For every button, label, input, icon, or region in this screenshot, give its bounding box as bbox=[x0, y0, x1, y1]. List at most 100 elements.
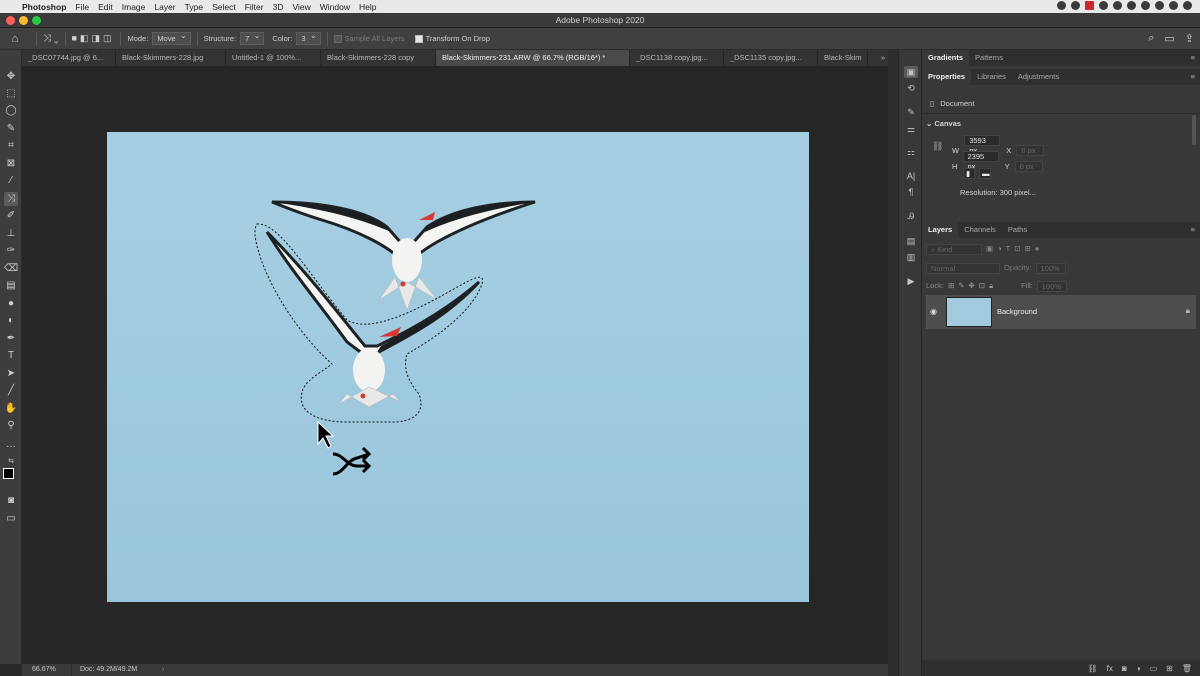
status-icon[interactable] bbox=[1057, 1, 1066, 10]
status-icon[interactable] bbox=[1127, 1, 1136, 10]
hand-tool-icon[interactable]: ✋ bbox=[4, 402, 18, 416]
lasso-tool-icon[interactable]: ◯ bbox=[4, 104, 18, 118]
menu-list-icon[interactable] bbox=[1183, 1, 1192, 10]
notes-panel-icon[interactable]: ▥ bbox=[904, 251, 918, 263]
status-menu-chevron-icon[interactable]: › bbox=[162, 664, 164, 676]
blend-mode-select[interactable]: Normal bbox=[926, 263, 1000, 274]
properties-scrollbar[interactable] bbox=[1192, 115, 1196, 145]
content-aware-move-tool-preset-icon[interactable]: ⤨ ⌄ bbox=[43, 33, 59, 44]
menu-select[interactable]: Select bbox=[212, 2, 236, 12]
landscape-orientation-icon[interactable]: ▬ bbox=[979, 168, 991, 179]
add-mask-icon[interactable]: ◙ bbox=[1122, 664, 1127, 673]
menu-layer[interactable]: Layer bbox=[154, 2, 175, 12]
opacity-field[interactable]: 100% bbox=[1035, 263, 1066, 274]
menu-image[interactable]: Image bbox=[122, 2, 146, 12]
gradient-tool-icon[interactable]: ▤ bbox=[4, 279, 18, 293]
tab-libraries[interactable]: Libraries bbox=[971, 69, 1012, 85]
status-icon[interactable] bbox=[1071, 1, 1080, 10]
styles-panel-icon[interactable]: ⚏ bbox=[904, 146, 918, 158]
image-canvas[interactable] bbox=[107, 132, 809, 602]
doc-tab[interactable]: _DSC07744.jpg @ 6... bbox=[22, 50, 116, 66]
libraries-panel-icon[interactable]: ▤ bbox=[904, 235, 918, 247]
zoom-level[interactable]: 66.67% bbox=[22, 664, 72, 676]
dodge-tool-icon[interactable]: ◐ bbox=[4, 314, 18, 328]
kind-filter[interactable]: ⌕ Kind bbox=[926, 244, 982, 255]
marquee-tool-icon[interactable]: ⬚ bbox=[4, 87, 18, 101]
blur-tool-icon[interactable]: ● bbox=[4, 297, 18, 311]
actions-play-icon[interactable]: ▶ bbox=[904, 275, 918, 287]
menu-file[interactable]: File bbox=[75, 2, 89, 12]
tab-gradients[interactable]: Gradients bbox=[922, 50, 970, 66]
filter-icons[interactable]: ▣◑T⊡⊞● bbox=[986, 244, 1043, 255]
panel-menu-icon[interactable]: ≡ bbox=[1191, 222, 1200, 238]
vertical-scroll-strip[interactable] bbox=[888, 50, 898, 676]
portrait-orientation-icon[interactable]: ▮ bbox=[963, 168, 975, 179]
quick-mask-icon[interactable]: ◙ bbox=[4, 494, 18, 508]
transform-on-drop-checkbox[interactable] bbox=[414, 34, 423, 43]
eraser-tool-icon[interactable]: ⌫ bbox=[4, 262, 18, 276]
workspace-icon[interactable]: ▭ bbox=[1164, 32, 1174, 45]
menu-edit[interactable]: Edit bbox=[98, 2, 113, 12]
adjustment-layer-icon[interactable]: ◑ bbox=[1136, 664, 1141, 673]
delete-layer-icon[interactable]: 🗑︎ bbox=[1182, 664, 1192, 673]
new-layer-icon[interactable]: ⊞ bbox=[1166, 664, 1173, 673]
clone-stamp-tool-icon[interactable]: ⊥ bbox=[4, 227, 18, 241]
doc-tab[interactable]: Black-Skimmers-228 copy bbox=[321, 50, 436, 66]
menu-type[interactable]: Type bbox=[185, 2, 203, 12]
sample-all-layers-checkbox[interactable] bbox=[333, 34, 342, 43]
tab-patterns[interactable]: Patterns bbox=[969, 50, 1009, 66]
y-field[interactable]: 0 px bbox=[1014, 161, 1043, 172]
width-field[interactable]: 3593 px bbox=[964, 135, 1001, 155]
history-panel-icon[interactable]: ⟲ bbox=[904, 82, 918, 94]
properties-panel-icon[interactable]: ▣ bbox=[904, 66, 918, 78]
panel-menu-icon[interactable]: ≡ bbox=[1191, 50, 1200, 66]
layer-row-background[interactable]: ◉ Background 🔒︎ bbox=[926, 295, 1196, 329]
doc-tab[interactable]: _DSC1138 copy.jpg... bbox=[630, 50, 724, 66]
doc-tab[interactable]: _DSC1135 copy.jpg... bbox=[724, 50, 818, 66]
fill-field[interactable]: 100% bbox=[1036, 281, 1067, 292]
status-record-icon[interactable] bbox=[1085, 1, 1094, 10]
line-tool-icon[interactable]: ╱ bbox=[4, 384, 18, 398]
structure-select[interactable]: 7 bbox=[240, 31, 265, 45]
layer-style-icon[interactable]: fx bbox=[1107, 664, 1113, 673]
lock-icon[interactable]: 🔒︎ bbox=[1186, 306, 1190, 316]
mode-select[interactable]: Move bbox=[152, 31, 191, 45]
more-tools-icon[interactable]: … bbox=[4, 438, 18, 452]
height-field[interactable]: 2395 px bbox=[962, 151, 999, 171]
status-icon[interactable] bbox=[1099, 1, 1108, 10]
crop-tool-icon[interactable]: ⌗ bbox=[4, 139, 18, 153]
adjustments-icon[interactable]: ⚌ bbox=[904, 123, 918, 135]
paragraph-panel-icon[interactable]: ¶ bbox=[904, 186, 918, 198]
menu-3d[interactable]: 3D bbox=[273, 2, 284, 12]
home-icon[interactable]: ⌂ bbox=[0, 33, 30, 45]
zoom-window-icon[interactable] bbox=[32, 16, 41, 25]
canvas-section[interactable]: ⌄ Canvas bbox=[926, 119, 961, 128]
doc-tab[interactable]: Black-Skimmers-228.jpg bbox=[116, 50, 226, 66]
screen-mode-icon[interactable]: ▭ bbox=[4, 512, 18, 526]
menu-window[interactable]: Window bbox=[320, 2, 350, 12]
menu-filter[interactable]: Filter bbox=[245, 2, 264, 12]
new-group-icon[interactable]: ▭ bbox=[1150, 664, 1158, 673]
eyedropper-tool-icon[interactable]: ⁄ bbox=[4, 174, 18, 188]
selection-mode-icons[interactable]: ■◧◨◫ bbox=[72, 33, 115, 44]
frame-tool-icon[interactable]: ⊠ bbox=[4, 157, 18, 171]
brush-tool-icon[interactable]: ✐ bbox=[4, 209, 18, 223]
doc-tab[interactable]: Black-Skim bbox=[818, 50, 868, 66]
status-icon[interactable] bbox=[1113, 1, 1122, 10]
doc-tab[interactable]: Untitled-1 @ 100%... bbox=[226, 50, 321, 66]
glyphs-panel-icon[interactable]: Ꭿ bbox=[904, 210, 918, 222]
tab-channels[interactable]: Channels bbox=[958, 222, 1002, 238]
panel-menu-icon[interactable]: ≡ bbox=[1191, 69, 1200, 85]
tab-paths[interactable]: Paths bbox=[1002, 222, 1033, 238]
user-icon[interactable] bbox=[1169, 1, 1178, 10]
move-tool-icon[interactable]: ✥ bbox=[4, 70, 18, 84]
doc-tab-active[interactable]: Black-Skimmers-231.ARW @ 66.7% (RGB/16*)… bbox=[436, 50, 630, 66]
search-icon[interactable] bbox=[1155, 1, 1164, 10]
search-icon[interactable]: ⌕ bbox=[1148, 32, 1154, 45]
menu-help[interactable]: Help bbox=[359, 2, 376, 12]
content-aware-move-tool-icon[interactable]: ⤨ bbox=[4, 192, 18, 206]
document-workspace[interactable] bbox=[22, 66, 888, 664]
close-window-icon[interactable] bbox=[6, 16, 15, 25]
color-select[interactable]: 3 bbox=[296, 31, 321, 45]
visibility-eye-icon[interactable]: ◉ bbox=[930, 307, 937, 316]
